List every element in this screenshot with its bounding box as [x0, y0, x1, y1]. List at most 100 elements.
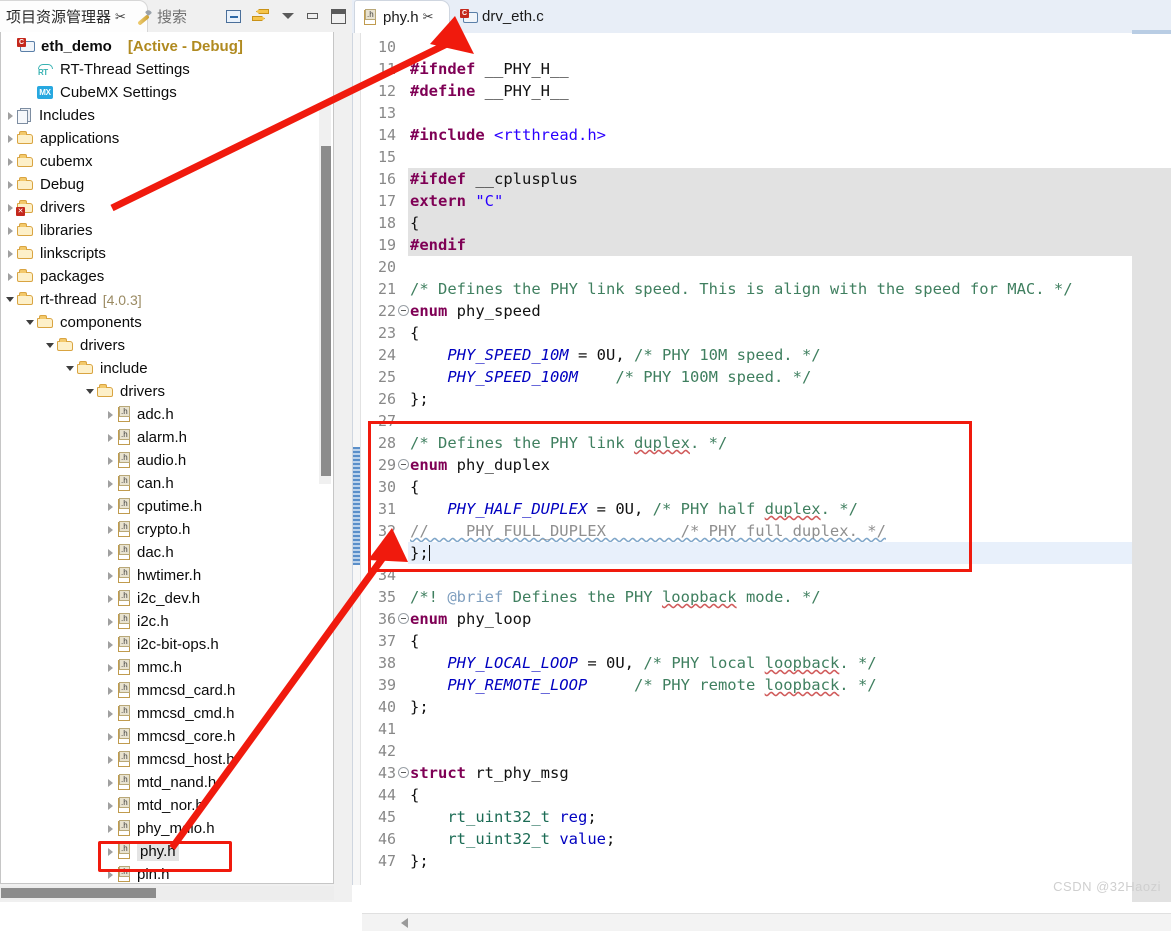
code-line[interactable]: 12 #define __PHY_H__ — [362, 80, 1171, 102]
tree-item-mmcsd-core-h[interactable]: mmcsd_core.h — [105, 725, 235, 748]
tree-item-debug[interactable]: Debug — [5, 173, 84, 196]
chevron-right-icon[interactable] — [105, 748, 117, 771]
code-line[interactable]: 40}; — [362, 696, 1171, 718]
chevron-right-icon[interactable] — [5, 265, 17, 288]
fold-collapse-icon[interactable] — [398, 613, 409, 624]
code-line[interactable]: 24 PHY_SPEED_10M = 0U, /* PHY 10M speed.… — [362, 344, 1171, 366]
tree-item-phy-h[interactable]: phy.h — [105, 840, 179, 863]
code-line[interactable]: 20 — [362, 256, 1171, 278]
tree-item-dac-h[interactable]: dac.h — [105, 541, 174, 564]
code-line[interactable]: 41 — [362, 718, 1171, 740]
code-line[interactable]: 37 { — [362, 630, 1171, 652]
chevron-right-icon[interactable] — [5, 242, 17, 265]
scroll-left-arrow-icon[interactable] — [401, 917, 413, 929]
chevron-right-icon[interactable] — [105, 679, 117, 702]
chevron-right-icon[interactable] — [105, 564, 117, 587]
tree-item-rt-thread[interactable]: rt-thread [4.0.3] — [5, 288, 142, 311]
tree-item-pin-h[interactable]: pin.h — [105, 863, 170, 883]
tree-item-applications[interactable]: applications — [5, 127, 119, 150]
tree-item-alarm-h[interactable]: alarm.h — [105, 426, 187, 449]
tree-item-packages[interactable]: packages — [5, 265, 104, 288]
tree-item-mtd-nand-h[interactable]: mtd_nand.h — [105, 771, 216, 794]
code-line[interactable]: 44 { — [362, 784, 1171, 806]
tree-item-mmc-h[interactable]: mmc.h — [105, 656, 182, 679]
tree-item-libraries[interactable]: libraries — [5, 219, 93, 242]
code-line[interactable]: 19 #endif — [362, 234, 1171, 256]
maximize-icon[interactable] — [331, 8, 346, 24]
code-line[interactable]: 34 — [362, 564, 1171, 586]
close-icon[interactable]: ✂ — [115, 9, 126, 25]
tree-item-mmcsd-card-h[interactable]: mmcsd_card.h — [105, 679, 235, 702]
tree-horizontal-scrollbar-thumb[interactable] — [1, 888, 156, 898]
view-menu-icon[interactable] — [281, 9, 295, 23]
chevron-right-icon[interactable] — [105, 771, 117, 794]
fold-collapse-icon[interactable] — [398, 459, 409, 470]
code-line[interactable]: 47}; — [362, 850, 1171, 871]
code-line[interactable]: 10 — [362, 36, 1171, 58]
code-line[interactable]: 45 rt_uint32_t reg; — [362, 806, 1171, 828]
code-line[interactable]: 21 /* Defines the PHY link speed. This is… — [362, 278, 1171, 300]
code-line[interactable]: 38 PHY_LOCAL_LOOP = 0U, /* PHY local loo… — [362, 652, 1171, 674]
chevron-right-icon[interactable] — [5, 127, 17, 150]
code-line[interactable]: 14 #include <rtthread.h> — [362, 124, 1171, 146]
chevron-right-icon[interactable] — [105, 656, 117, 679]
chevron-down-icon[interactable] — [25, 311, 37, 334]
chevron-right-icon[interactable] — [5, 173, 17, 196]
code-line[interactable]: 36 enum phy_loop — [362, 608, 1171, 630]
link-with-editor-icon[interactable] — [252, 8, 270, 24]
chevron-right-icon[interactable] — [105, 518, 117, 541]
code-line[interactable]: 16 #ifdef __cplusplus — [362, 168, 1171, 190]
tab-search[interactable]: 搜索 — [130, 0, 225, 32]
chevron-right-icon[interactable] — [105, 426, 117, 449]
tree-item-drivers[interactable]: ✕ drivers — [5, 196, 85, 219]
chevron-right-icon[interactable] — [5, 150, 17, 173]
editor-horizontal-scrollbar[interactable] — [362, 913, 1171, 931]
fold-collapse-icon[interactable] — [398, 767, 409, 778]
minimize-icon[interactable] — [306, 9, 320, 23]
code-line[interactable]: 25 PHY_SPEED_100M /* PHY 100M speed. */ — [362, 366, 1171, 388]
chevron-right-icon[interactable] — [105, 610, 117, 633]
tree-vertical-scrollbar-thumb[interactable] — [321, 146, 331, 476]
chevron-right-icon[interactable] — [105, 863, 117, 883]
tree-item-linkscripts[interactable]: linkscripts — [5, 242, 106, 265]
code-line[interactable]: 17 extern "C" — [362, 190, 1171, 212]
tree-item-cubemx-settings[interactable]: CubeMX Settings — [25, 81, 177, 104]
tree-item-phy-mdio-h[interactable]: phy_mdio.h — [105, 817, 215, 840]
chevron-down-icon[interactable] — [5, 288, 17, 311]
tree-item-crypto-h[interactable]: crypto.h — [105, 518, 190, 541]
collapse-all-icon[interactable] — [226, 9, 241, 23]
editor-body[interactable]: 10 11 #ifndef __PHY_H__ 12 #define __PHY_H__… — [352, 33, 1171, 931]
code-line[interactable]: 43 struct rt_phy_msg — [362, 762, 1171, 784]
chevron-right-icon[interactable] — [105, 403, 117, 426]
code-line[interactable]: 29 enum phy_duplex — [362, 454, 1171, 476]
tree-item-i2c-h[interactable]: i2c.h — [105, 610, 169, 633]
tree-item-mtd-nor-h[interactable]: mtd_nor.h — [105, 794, 204, 817]
chevron-right-icon[interactable] — [105, 794, 117, 817]
chevron-right-icon[interactable] — [105, 495, 117, 518]
code-line[interactable]: 35 /*! @brief Defines the PHY loopback mo… — [362, 586, 1171, 608]
chevron-right-icon[interactable] — [105, 541, 117, 564]
code-line[interactable]: 33}; — [362, 542, 1171, 564]
tree-item-components[interactable]: components — [25, 311, 142, 334]
code-line[interactable]: 39 PHY_REMOTE_LOOP /* PHY remote loopbac… — [362, 674, 1171, 696]
close-icon[interactable]: ✂ — [423, 9, 434, 25]
chevron-right-icon[interactable] — [105, 633, 117, 656]
code-lines[interactable]: 10 11 #ifndef __PHY_H__ 12 #define __PHY_H__… — [362, 33, 1171, 871]
chevron-down-icon[interactable] — [45, 334, 57, 357]
fold-collapse-icon[interactable] — [398, 305, 409, 316]
code-line[interactable]: 27 — [362, 410, 1171, 432]
tree-item-eth-demo[interactable]: eth_demo [Active - Debug] — [5, 35, 243, 58]
tree-item-includes[interactable]: Includes — [5, 104, 95, 127]
chevron-right-icon[interactable] — [105, 817, 117, 840]
tree-vertical-scrollbar-track[interactable] — [319, 104, 331, 484]
code-line[interactable]: 13 — [362, 102, 1171, 124]
chevron-right-icon[interactable] — [5, 104, 17, 127]
project-tree[interactable]: eth_demo [Active - Debug] RT-Thread Settin… — [0, 32, 334, 884]
code-line[interactable]: 42 — [362, 740, 1171, 762]
code-line[interactable]: 30 { — [362, 476, 1171, 498]
tree-item-i2c-bit-ops-h[interactable]: i2c-bit-ops.h — [105, 633, 219, 656]
code-line[interactable]: 28 /* Defines the PHY link duplex. */ — [362, 432, 1171, 454]
chevron-right-icon[interactable] — [105, 449, 117, 472]
chevron-down-icon[interactable] — [65, 357, 77, 380]
tree-item-can-h[interactable]: can.h — [105, 472, 174, 495]
